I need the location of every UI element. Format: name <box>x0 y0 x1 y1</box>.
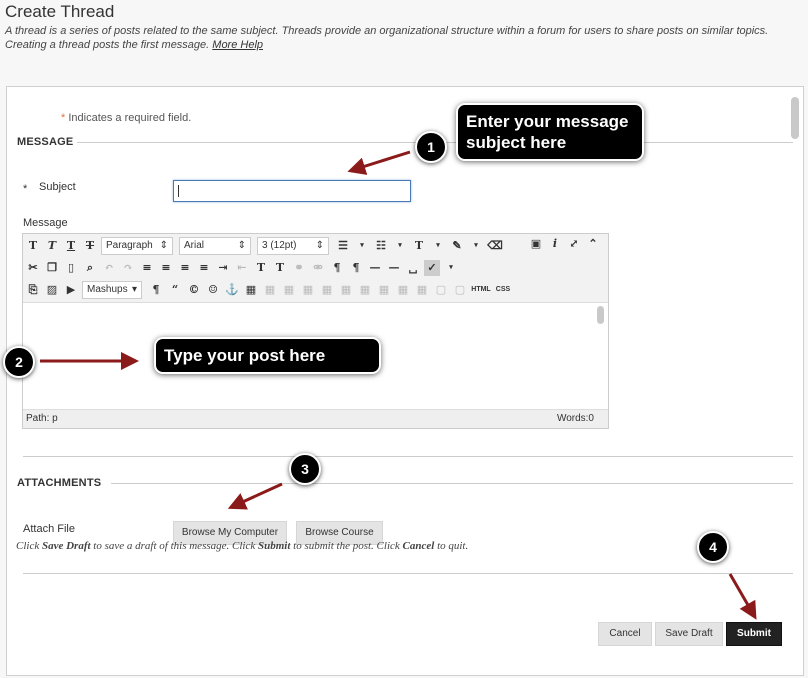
arrow-to-subject <box>347 150 411 175</box>
step-4-badge: 4 <box>697 531 729 563</box>
step-3-badge: 3 <box>289 453 321 485</box>
arrow-to-browse <box>227 482 283 510</box>
step-2-badge: 2 <box>3 346 35 378</box>
callout-post: Type your post here <box>154 337 381 374</box>
step-1-badge: 1 <box>415 131 447 163</box>
arrow-to-submit <box>728 573 757 620</box>
callout-subject: Enter your message subject here <box>456 103 644 161</box>
annotation-arrows <box>40 150 757 620</box>
